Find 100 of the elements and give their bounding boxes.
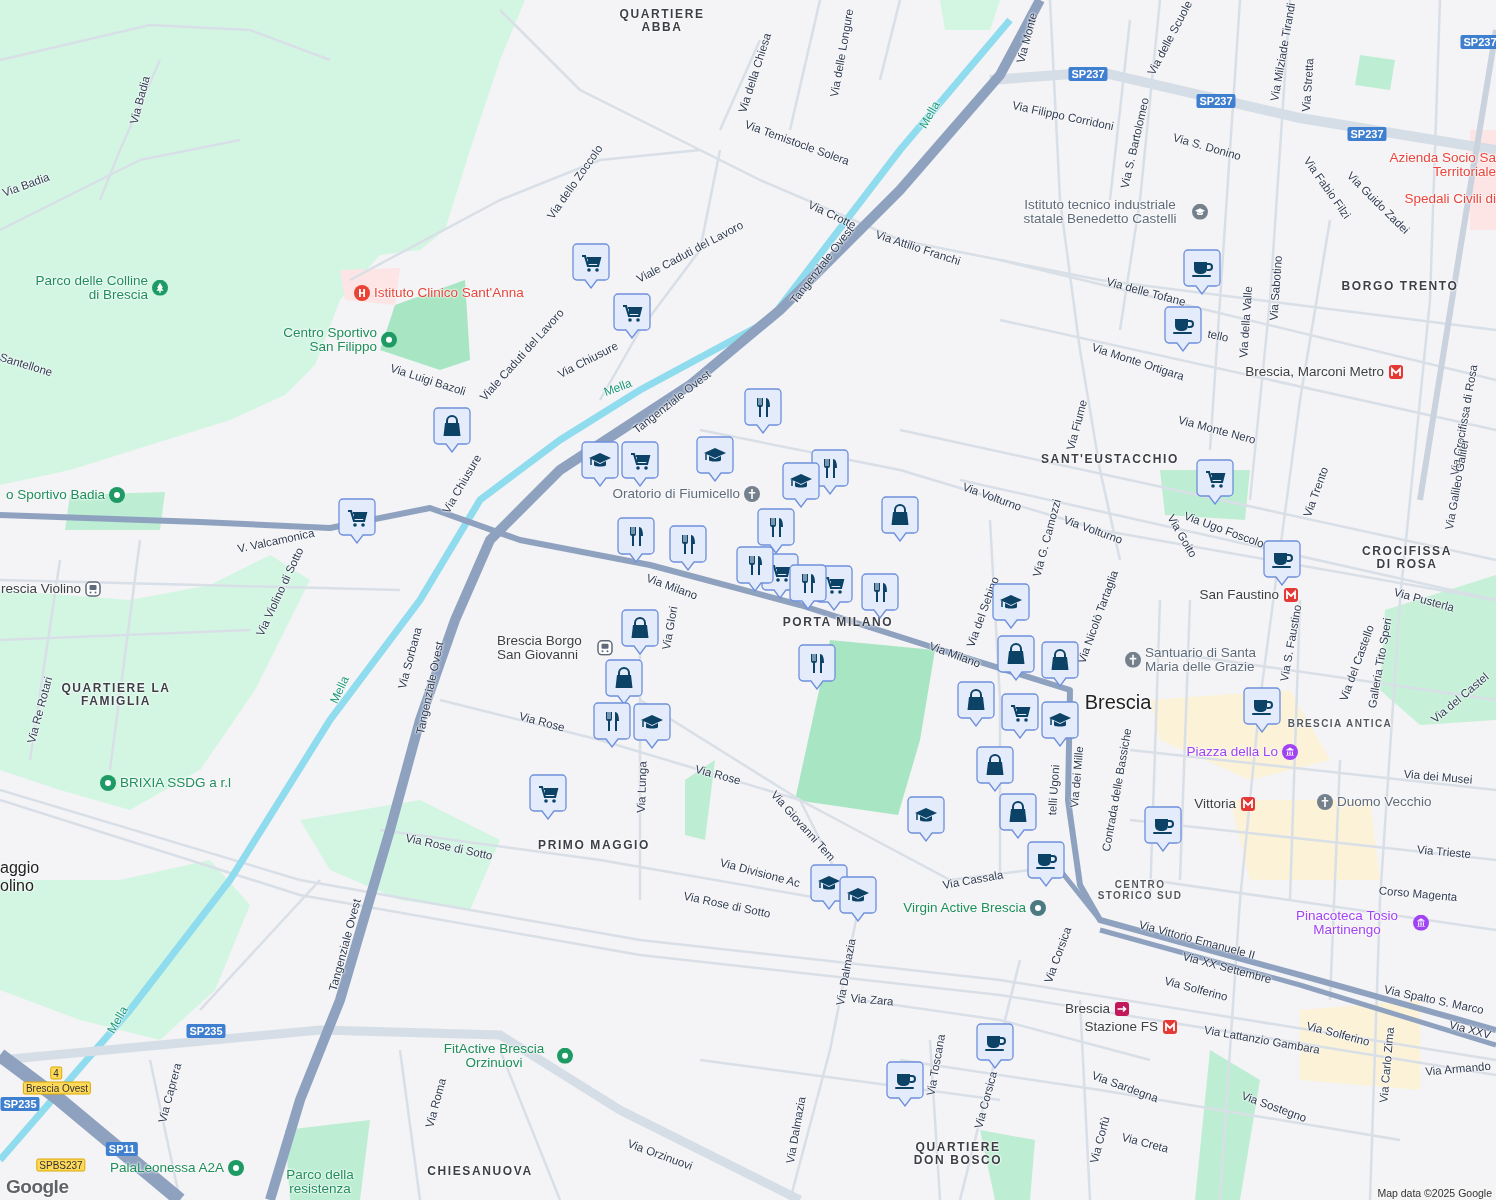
fork-knife-pin-icon[interactable] xyxy=(617,517,655,563)
shopping-bag-pin-icon[interactable] xyxy=(881,496,919,542)
place-label[interactable]: Parco delle Colline di Brescia xyxy=(30,273,148,303)
bus-icon[interactable] xyxy=(597,640,613,656)
cart-pin-icon[interactable] xyxy=(621,441,659,487)
place-label[interactable]: rescia Violino xyxy=(0,581,81,597)
place-label[interactable]: Duomo Vecchio xyxy=(1337,794,1432,810)
street-label: Contrada delle Bassiche xyxy=(1099,727,1135,853)
street-label: Via Armando xyxy=(1424,1059,1492,1079)
street-label: Via Roma xyxy=(423,1077,449,1129)
metro-icon[interactable] xyxy=(1388,364,1404,380)
place-label[interactable]: Istituto tecnico industriale statale Benedetto Castelli xyxy=(1012,197,1188,227)
place-label[interactable]: Oratorio di Fiumicello xyxy=(612,486,740,502)
cart-pin-icon[interactable] xyxy=(529,774,567,820)
park-area xyxy=(940,0,1000,30)
fork-knife-pin-icon[interactable] xyxy=(744,388,782,434)
place-label[interactable]: BRIXIA SSDG a r.l xyxy=(120,775,232,791)
place-label[interactable]: Stazione FS xyxy=(1084,1019,1158,1035)
fork-knife-pin-icon[interactable] xyxy=(736,546,774,592)
place-label[interactable]: Brescia, Marconi Metro xyxy=(1245,364,1384,380)
street-label: Via Stretta xyxy=(1299,57,1317,113)
place-label[interactable]: Pinacoteca Tosio Martinengo xyxy=(1285,908,1409,938)
place-marker-icon[interactable] xyxy=(228,1160,244,1176)
museum-icon[interactable] xyxy=(1282,744,1298,760)
cross-icon[interactable] xyxy=(1125,652,1141,668)
coffee-cup-pin-icon[interactable] xyxy=(976,1023,1014,1069)
place-label[interactable]: Vittoria xyxy=(1194,796,1236,812)
place-label[interactable]: Istituto Clinico Sant'Anna xyxy=(374,285,524,301)
street-label: Via Solferino xyxy=(1162,974,1230,1004)
fork-knife-pin-icon[interactable] xyxy=(593,702,631,748)
street-label: Via G. Camozzi xyxy=(1030,497,1064,579)
graduation-cap-pin-icon[interactable] xyxy=(1041,701,1079,747)
hospital-icon[interactable] xyxy=(354,285,370,301)
metro-icon[interactable] xyxy=(1162,1019,1178,1035)
place-label[interactable]: Brescia Borgo San Giovanni xyxy=(497,633,593,663)
cart-pin-icon[interactable] xyxy=(338,498,376,544)
place-label[interactable]: Santuario di Santa Maria delle Grazie xyxy=(1145,645,1269,675)
coffee-cup-pin-icon[interactable] xyxy=(1144,806,1182,852)
place-marker-icon[interactable] xyxy=(100,775,116,791)
fork-knife-pin-icon[interactable] xyxy=(861,573,899,619)
cart-pin-icon[interactable] xyxy=(572,243,610,289)
cross-icon[interactable] xyxy=(1317,794,1333,810)
shopping-bag-pin-icon[interactable] xyxy=(621,609,659,655)
cart-pin-icon[interactable] xyxy=(613,293,651,339)
graduation-cap-pin-icon[interactable] xyxy=(907,796,945,842)
place-marker-icon[interactable] xyxy=(381,332,397,348)
graduation-cap-pin-icon[interactable] xyxy=(839,876,877,922)
street-label: tello xyxy=(1206,327,1230,345)
street-label: Via Rose xyxy=(693,762,743,788)
shopping-bag-pin-icon[interactable] xyxy=(605,659,643,705)
cart-pin-icon[interactable] xyxy=(1196,459,1234,505)
tree-icon[interactable] xyxy=(152,280,168,296)
coffee-cup-pin-icon[interactable] xyxy=(1164,306,1202,352)
metro-icon[interactable] xyxy=(1283,587,1299,603)
street-label: Via Spalto S. Marco xyxy=(1383,983,1485,1017)
place-label[interactable]: Centro Sportivo San Filippo xyxy=(273,325,377,355)
shopping-bag-pin-icon[interactable] xyxy=(999,793,1037,839)
place-label[interactable]: Piazza della Lo xyxy=(1186,744,1278,760)
street-label: Via Glori xyxy=(659,605,681,651)
place-label[interactable]: Spedali Civili di xyxy=(1404,191,1496,207)
bus-icon[interactable] xyxy=(85,581,101,597)
street-label: Corso Magenta xyxy=(1378,884,1458,904)
coffee-cup-pin-icon[interactable] xyxy=(1027,841,1065,887)
place-label[interactable]: Virgin Active Brescia xyxy=(903,900,1026,916)
street-label: Via dei Mille xyxy=(1068,745,1086,809)
place-label[interactable]: Brescia xyxy=(1065,1001,1110,1017)
graduation-cap-pin-icon[interactable] xyxy=(696,436,734,482)
place-marker-icon[interactable] xyxy=(557,1048,573,1064)
metro-icon[interactable] xyxy=(1240,796,1256,812)
fork-knife-pin-icon[interactable] xyxy=(669,525,707,571)
shopping-bag-pin-icon[interactable] xyxy=(1041,641,1079,687)
street-label: Via Toscana xyxy=(924,1033,948,1097)
cross-icon[interactable] xyxy=(744,486,760,502)
graduation-cap-icon[interactable] xyxy=(1192,204,1208,220)
place-marker-icon[interactable] xyxy=(1030,900,1046,916)
coffee-cup-pin-icon[interactable] xyxy=(1183,249,1221,295)
coffee-cup-pin-icon[interactable] xyxy=(886,1061,924,1107)
museum-icon[interactable] xyxy=(1413,915,1429,931)
place-marker-icon[interactable] xyxy=(109,487,125,503)
graduation-cap-pin-icon[interactable] xyxy=(633,703,671,749)
coffee-cup-pin-icon[interactable] xyxy=(1243,687,1281,733)
graduation-cap-pin-icon[interactable] xyxy=(581,441,619,487)
place-label[interactable]: San Faustino xyxy=(1199,587,1279,603)
shopping-bag-pin-icon[interactable] xyxy=(976,746,1014,792)
place-label[interactable]: o Sportivo Badia xyxy=(5,487,105,503)
fork-knife-pin-icon[interactable] xyxy=(789,564,827,610)
street-label: Via Rose di Sotto xyxy=(682,889,772,921)
fork-knife-pin-icon[interactable] xyxy=(798,644,836,690)
fork-knife-pin-icon[interactable] xyxy=(757,508,795,554)
train-icon[interactable] xyxy=(1114,1001,1130,1017)
shopping-bag-pin-icon[interactable] xyxy=(957,681,995,727)
place-label[interactable]: FitActive Brescia Orzinuovi xyxy=(435,1041,553,1071)
shopping-bag-pin-icon[interactable] xyxy=(433,407,471,453)
place-label[interactable]: Parco della resistenza xyxy=(272,1167,368,1197)
graduation-cap-pin-icon[interactable] xyxy=(782,462,820,508)
shopping-bag-pin-icon[interactable] xyxy=(997,635,1035,681)
cart-pin-icon[interactable] xyxy=(1001,693,1039,739)
coffee-cup-pin-icon[interactable] xyxy=(1263,540,1301,586)
place-label[interactable]: Azienda Socio Sa Territoriale xyxy=(1378,150,1496,180)
place-label[interactable]: PalaLeonessa A2A xyxy=(109,1160,224,1176)
